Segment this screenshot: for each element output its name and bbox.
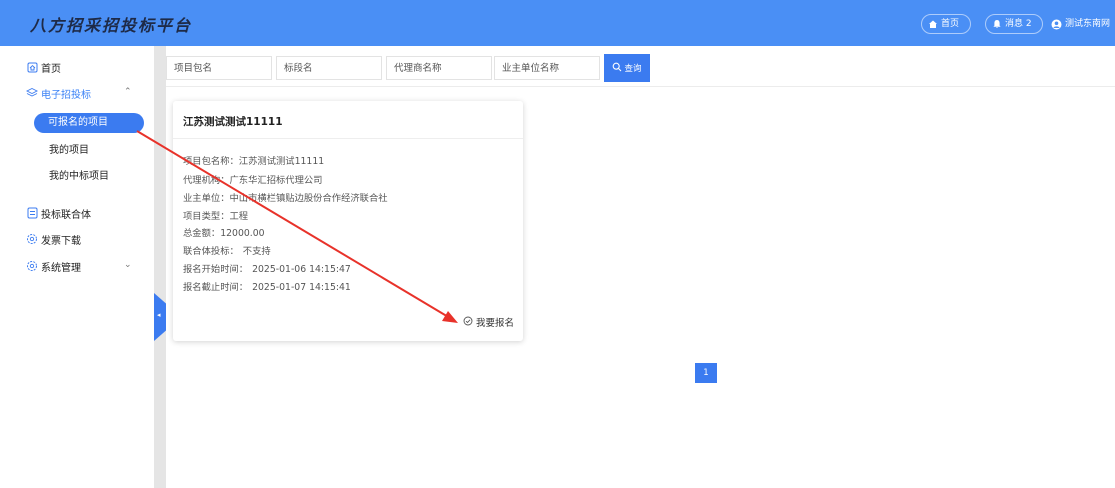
platform-logo[interactable]: 八方招采招投标平台 — [30, 12, 192, 36]
field-value: 中山市横栏镇贴边股份合作经济联合社 — [229, 193, 388, 204]
field-label: 总金额： — [183, 228, 221, 239]
sidebar-item-label: 发票下载 — [41, 235, 81, 247]
field-value: 2025-01-06 14:15:47 — [252, 264, 351, 275]
sidebar-subitem-label: 可报名的项目 — [48, 117, 108, 128]
sidebar-item-label: 投标联合体 — [41, 209, 91, 221]
field-label: 项目包名称： — [183, 156, 239, 167]
gear-icon — [26, 233, 38, 245]
field-value: 2025-01-07 14:15:41 — [252, 282, 351, 293]
top-header: 八方招采招投标平台 首页 消息 2 测试东南网 — [0, 0, 1115, 46]
card-field-project-type: 项目类型：工程 — [183, 208, 248, 222]
bell-icon — [992, 19, 1002, 29]
owner-name-input[interactable] — [494, 56, 600, 80]
field-value: 12000.00 — [220, 228, 265, 239]
card-field-owner: 业主单位：中山市横栏镇贴边股份合作经济联合社 — [183, 190, 388, 204]
card-field-agency: 代理机构：广东华汇招标代理公司 — [183, 172, 322, 186]
search-divider — [166, 86, 1115, 87]
home-icon — [928, 19, 938, 29]
project-package-input[interactable] — [166, 56, 272, 80]
search-bar: 查询 — [166, 54, 1115, 82]
agent-name-input[interactable] — [386, 56, 492, 80]
sidebar-item-etender[interactable]: 电子招投标 ⌃ — [0, 80, 154, 106]
card-field-package-name: 项目包名称：江苏测试测试11111 — [183, 153, 324, 167]
sidebar-item-label: 系统管理 — [41, 262, 81, 274]
signup-button-label: 我要报名 — [476, 318, 515, 329]
field-label: 业主单位： — [183, 193, 230, 204]
project-card-title: 江苏测试测试11111 — [183, 116, 283, 128]
sidebar-item-system[interactable]: 系统管理 ⌄ — [0, 253, 154, 279]
query-button-label: 查询 — [624, 64, 642, 74]
card-divider — [173, 138, 523, 139]
field-value: 不支持 — [242, 246, 271, 257]
home-button-label: 首页 — [941, 19, 960, 29]
card-field-start-time: 报名开始时间： 2025-01-06 14:15:47 — [183, 261, 351, 275]
chevron-down-icon: ⌄ — [124, 260, 132, 270]
sidebar-subitem-won-projects[interactable]: 我的中标项目 — [0, 167, 154, 187]
messages-button[interactable]: 消息 2 — [985, 14, 1043, 34]
messages-button-label: 消息 2 — [1005, 19, 1032, 29]
sidebar-item-label: 首页 — [41, 63, 61, 75]
home-button[interactable]: 首页 — [921, 14, 971, 34]
card-field-total-amount: 总金额：12000.00 — [183, 225, 265, 239]
sidebar-item-consortium[interactable]: 投标联合体 — [0, 200, 154, 226]
field-label: 项目类型： — [183, 211, 230, 222]
chevron-left-icon: ◂ — [157, 311, 161, 319]
sidebar-item-label: 电子招投标 — [41, 89, 91, 101]
user-icon — [1051, 19, 1062, 30]
user-menu[interactable]: 测试东南网 — [1051, 14, 1110, 34]
section-name-input[interactable] — [276, 56, 382, 80]
sidebar-subitem-label: 我的中标项目 — [49, 171, 109, 182]
check-circle-icon — [463, 316, 473, 329]
pagination-page-button[interactable]: 1 — [695, 363, 717, 383]
sidebar-item-invoice[interactable]: 发票下载 — [0, 226, 154, 252]
card-field-end-time: 报名截止时间： 2025-01-07 14:15:41 — [183, 279, 351, 293]
sidebar-subitem-available-projects[interactable]: 可报名的项目 — [34, 113, 144, 133]
layers-icon — [26, 87, 38, 99]
field-label: 报名截止时间： — [183, 282, 249, 293]
field-value: 江苏测试测试11111 — [238, 156, 325, 167]
field-value: 工程 — [229, 211, 249, 222]
sidebar: 首页 电子招投标 ⌃ 可报名的项目 我的项目 我的中标项目 投标联合体 发票下载… — [0, 46, 154, 488]
search-icon — [612, 62, 622, 75]
field-label: 联合体投标： — [183, 246, 239, 257]
chevron-up-icon: ⌃ — [124, 87, 132, 97]
home-outline-icon — [26, 61, 38, 73]
sidebar-subitem-label: 我的项目 — [49, 145, 89, 156]
sidebar-item-home[interactable]: 首页 — [0, 54, 154, 80]
card-field-consortium: 联合体投标： 不支持 — [183, 243, 271, 257]
gear-icon — [26, 260, 38, 272]
document-icon — [26, 207, 38, 219]
field-value: 广东华汇招标代理公司 — [229, 175, 323, 186]
field-label: 报名开始时间： — [183, 264, 249, 275]
project-card: 江苏测试测试11111 项目包名称：江苏测试测试11111 代理机构：广东华汇招… — [173, 101, 523, 341]
query-button[interactable]: 查询 — [604, 54, 650, 82]
field-label: 代理机构： — [183, 175, 230, 186]
sidebar-subitem-my-projects[interactable]: 我的项目 — [0, 141, 154, 161]
sidebar-divider — [154, 46, 166, 488]
user-name: 测试东南网 — [1065, 19, 1111, 29]
signup-button[interactable]: 我要报名 — [463, 315, 514, 329]
